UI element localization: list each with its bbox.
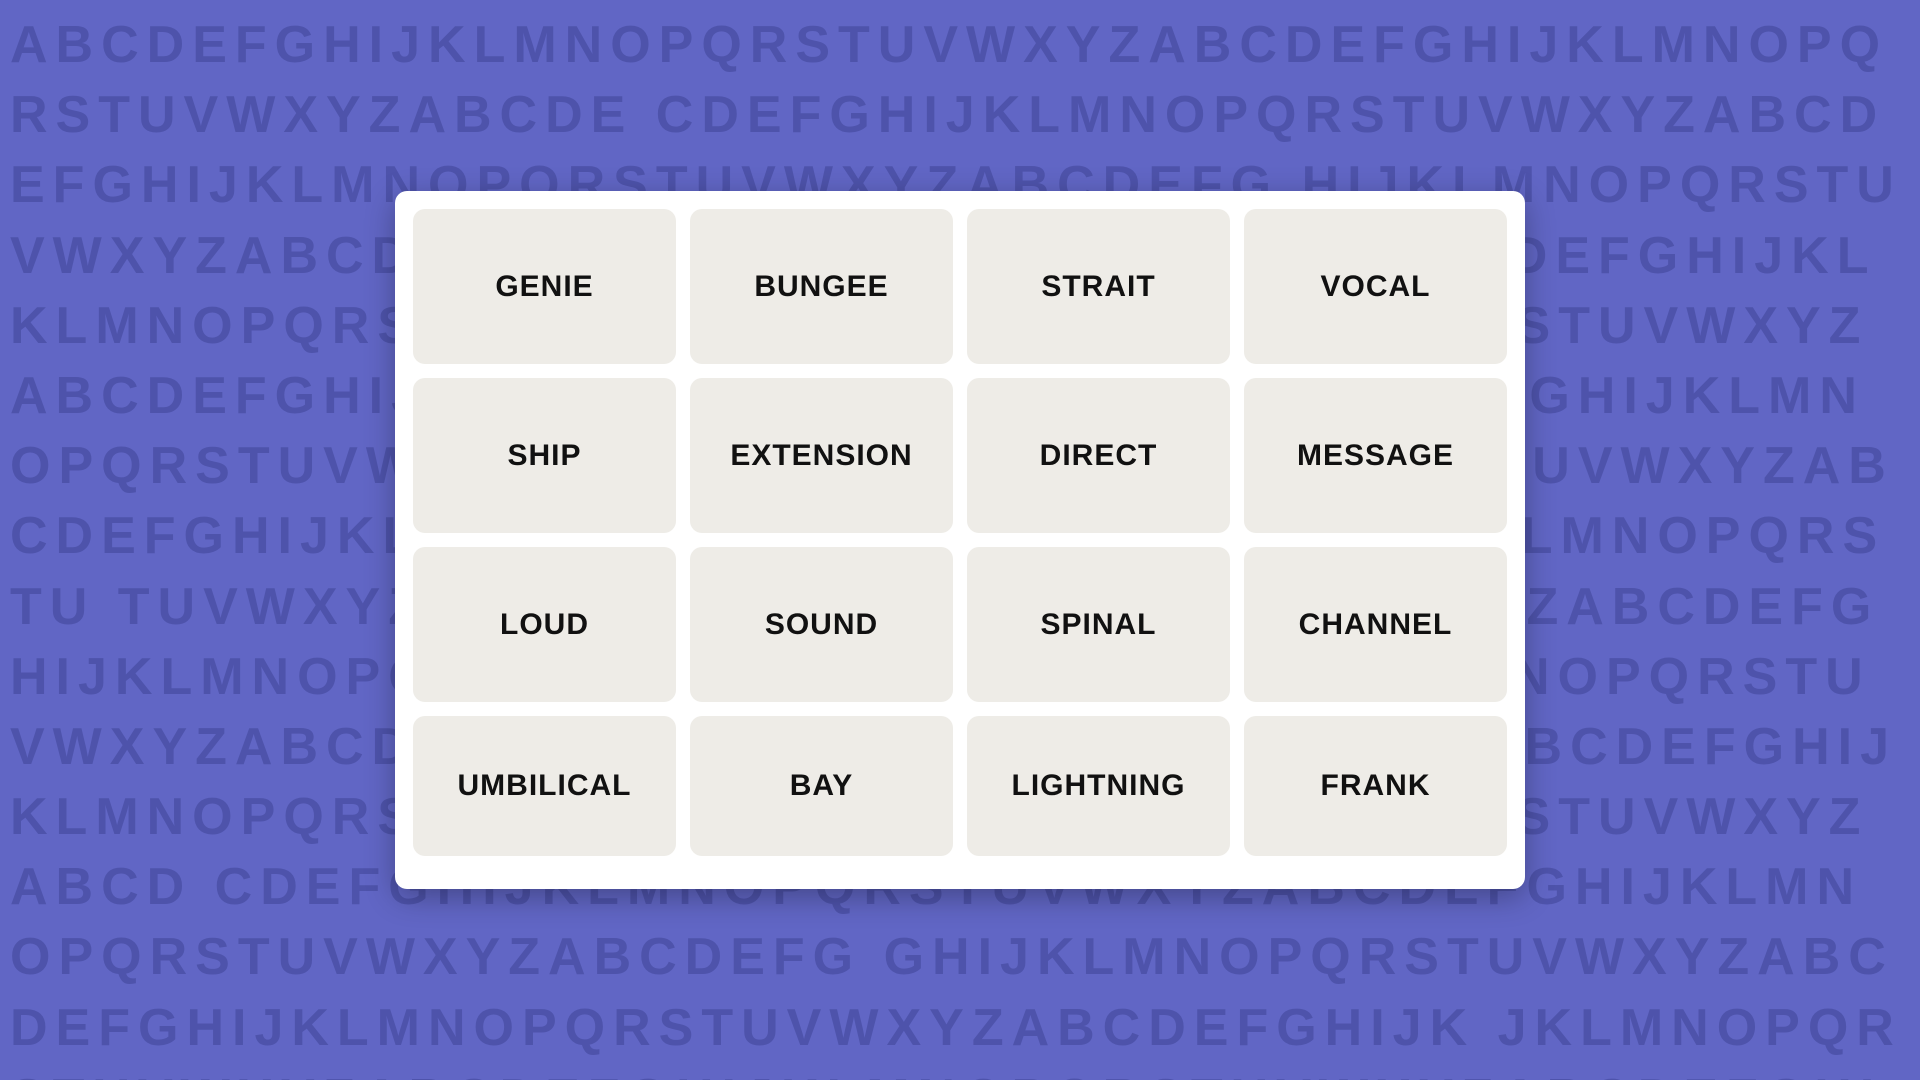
word-card-bay[interactable]: BAY <box>690 716 953 856</box>
word-label: EXTENSION <box>730 439 912 473</box>
word-card-sound[interactable]: SOUND <box>690 547 953 702</box>
word-label: BUNGEE <box>754 270 888 304</box>
word-card-loud[interactable]: LOUD <box>413 547 676 702</box>
word-card-frank[interactable]: FRANK <box>1244 716 1507 856</box>
word-label: STRAIT <box>1041 270 1155 304</box>
word-label: DIRECT <box>1040 439 1158 473</box>
word-label: LOUD <box>500 608 589 642</box>
word-card-bungee[interactable]: BUNGEE <box>690 209 953 364</box>
word-label: FRANK <box>1321 769 1431 803</box>
word-card-vocal[interactable]: VOCAL <box>1244 209 1507 364</box>
word-label: GENIE <box>495 270 593 304</box>
word-label: CHANNEL <box>1299 608 1453 642</box>
word-card-lightning[interactable]: LIGHTNING <box>967 716 1230 856</box>
word-label: MESSAGE <box>1297 439 1454 473</box>
word-card-extension[interactable]: EXTENSION <box>690 378 953 533</box>
word-label: UMBILICAL <box>458 769 632 803</box>
word-card-channel[interactable]: CHANNEL <box>1244 547 1507 702</box>
word-card-message[interactable]: MESSAGE <box>1244 378 1507 533</box>
word-grid: GENIE BUNGEE STRAIT VOCAL SHIP EXTENSION DIREC… <box>413 209 1507 871</box>
word-card-strait[interactable]: STRAIT <box>967 209 1230 364</box>
word-label: LIGHTNING <box>1012 769 1186 803</box>
word-card-genie[interactable]: GENIE <box>413 209 676 364</box>
word-card-ship[interactable]: SHIP <box>413 378 676 533</box>
word-label: SHIP <box>507 439 581 473</box>
card-panel: GENIE BUNGEE STRAIT VOCAL SHIP EXTENSION DIREC… <box>395 191 1525 889</box>
word-card-umbilical[interactable]: UMBILICAL <box>413 716 676 856</box>
word-label: VOCAL <box>1321 270 1431 304</box>
word-label: BAY <box>790 769 854 803</box>
word-label: SOUND <box>765 608 878 642</box>
word-card-spinal[interactable]: SPINAL <box>967 547 1230 702</box>
word-label: SPINAL <box>1040 608 1156 642</box>
word-card-direct[interactable]: DIRECT <box>967 378 1230 533</box>
